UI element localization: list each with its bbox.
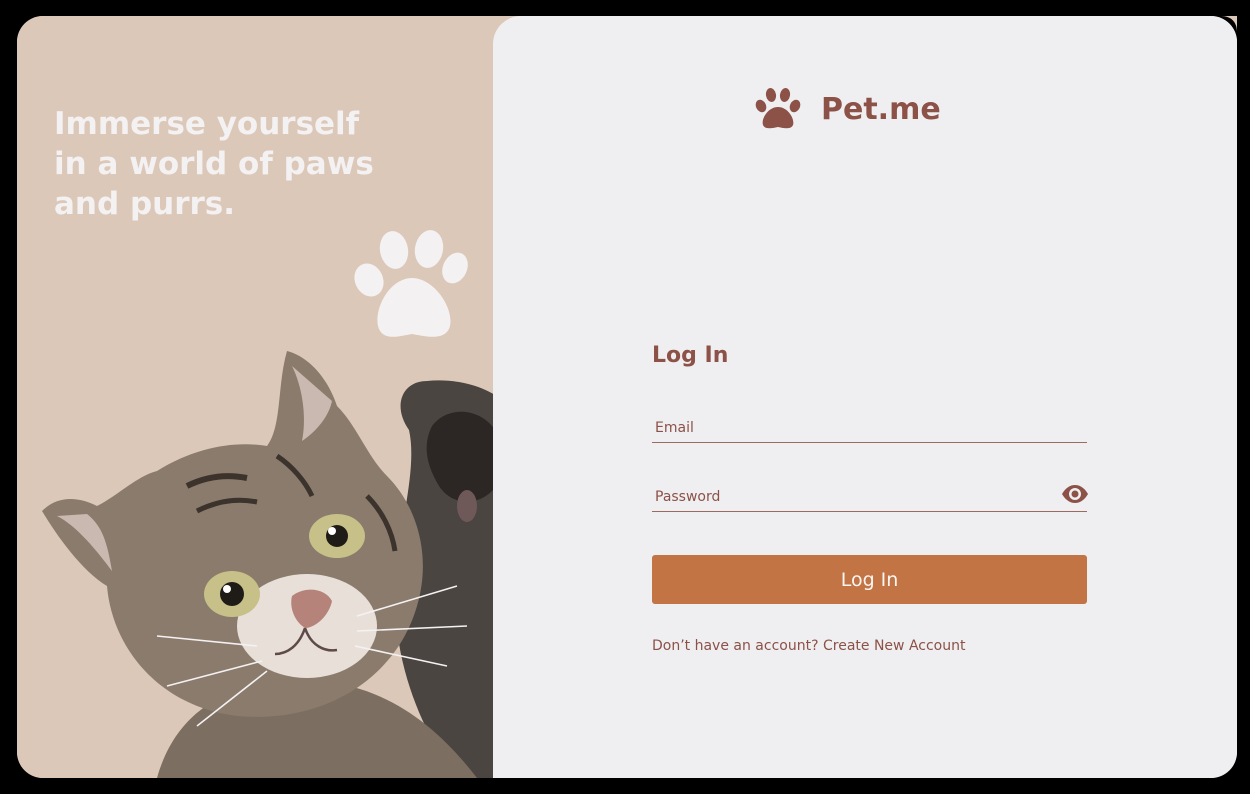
password-field[interactable]	[652, 485, 1090, 509]
password-field-container	[652, 482, 1090, 512]
create-account-link[interactable]: Create New Account	[823, 638, 965, 654]
window-corner-accent	[1221, 16, 1237, 32]
login-window: Immerse yourself in a world of paws and …	[17, 16, 1237, 778]
hero-tagline: Immerse yourself in a world of paws and …	[54, 106, 374, 222]
brand-name: Pet.me	[821, 91, 941, 127]
brand-logo: Pet.me	[755, 84, 941, 134]
signup-prompt: Don’t have an account?	[652, 638, 819, 654]
eye-icon[interactable]	[1061, 484, 1089, 504]
paw-icon	[755, 88, 801, 129]
email-field[interactable]	[652, 416, 1090, 440]
email-field-container	[652, 413, 1090, 443]
signup-prompt-line: Don’t have an account? Create New Accoun…	[652, 638, 965, 654]
decorative-paw-icon	[354, 230, 468, 337]
login-title: Log In	[652, 343, 729, 368]
login-button[interactable]: Log In	[652, 555, 1087, 604]
